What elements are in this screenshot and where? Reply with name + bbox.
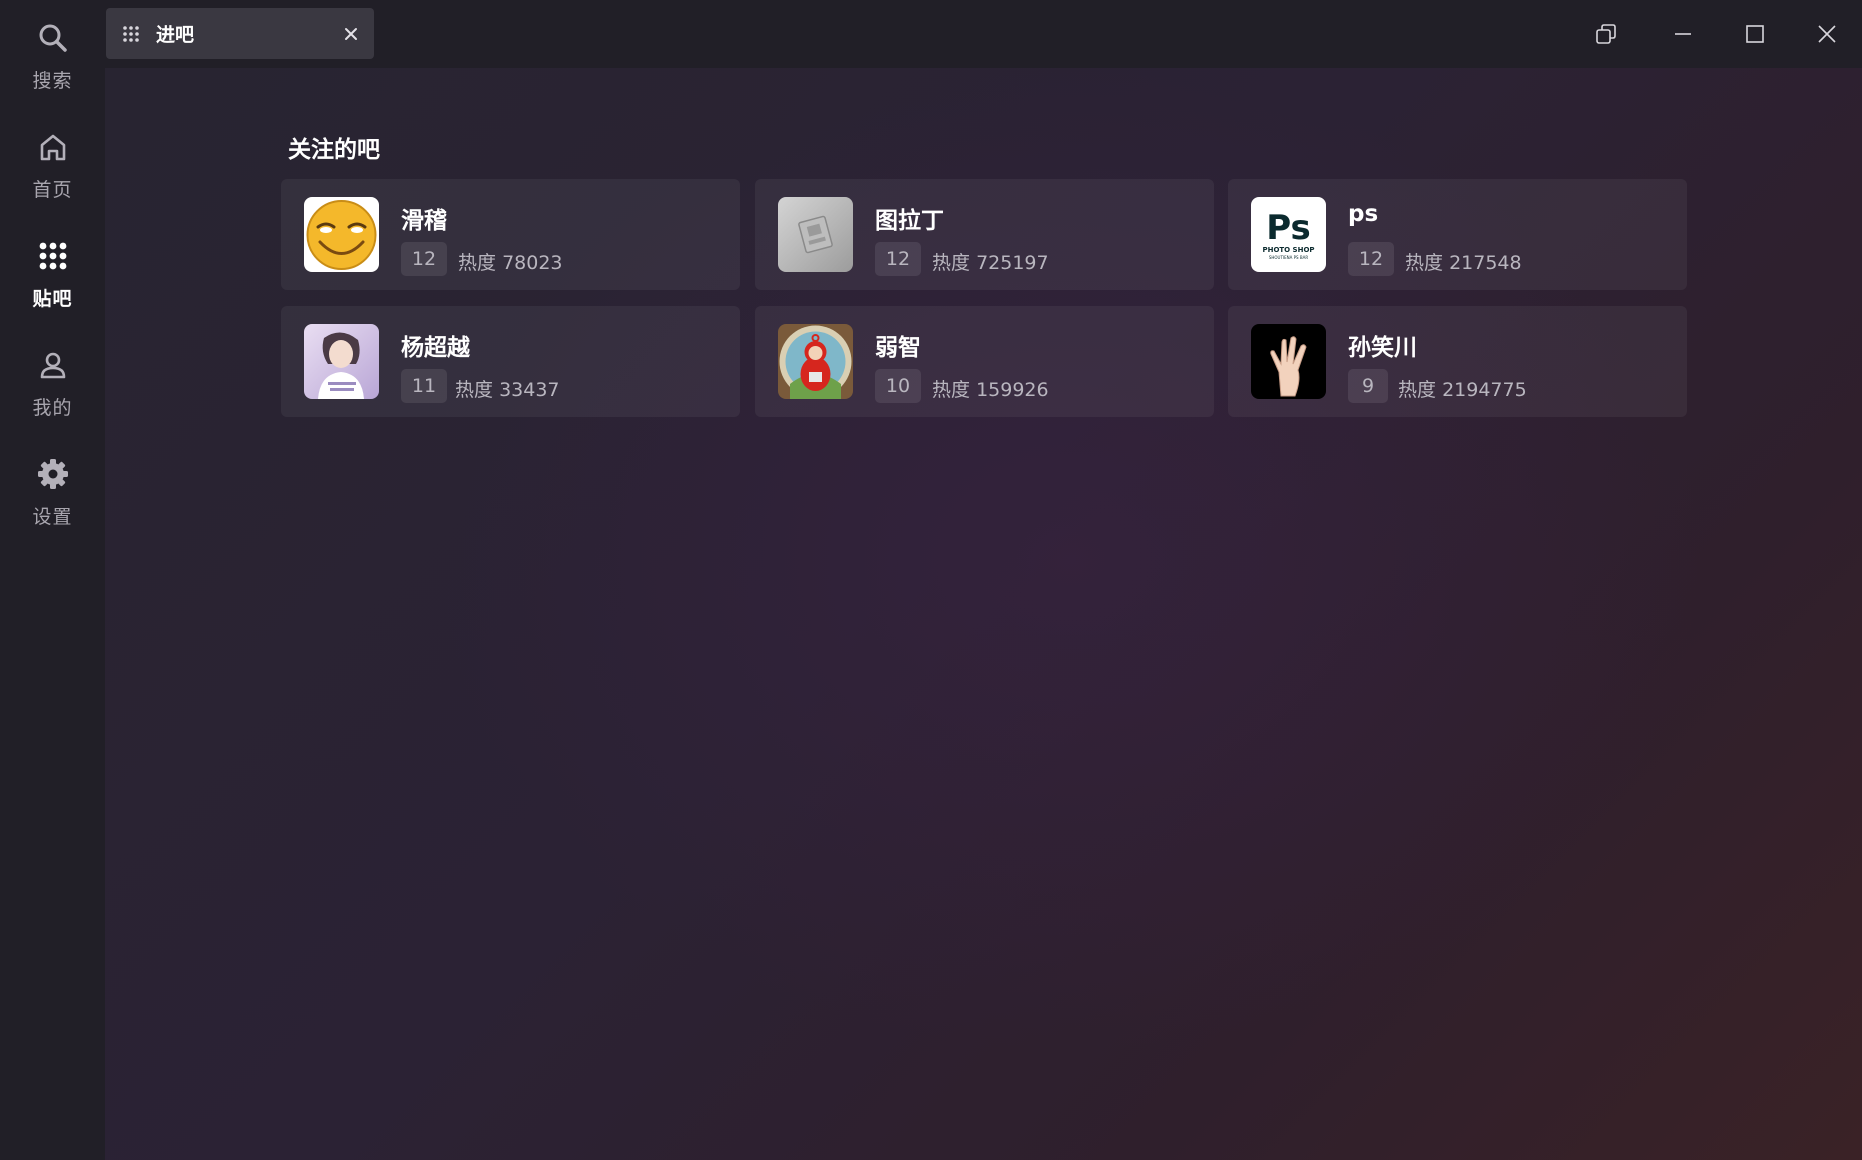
- forum-card[interactable]: 杨超越 11 热度 33437: [281, 306, 740, 417]
- photoshop-logo-avatar: Ps PHOTO SHOP SHOUTIENA PS BAR: [1251, 197, 1326, 272]
- forum-card[interactable]: 孙笑川 9 热度 2194775: [1228, 306, 1687, 417]
- tab-label: 进吧: [156, 24, 195, 46]
- nav-forums[interactable]: 贴吧: [0, 240, 105, 330]
- nav-home[interactable]: 首页: [0, 131, 105, 221]
- heat-label: 热度: [455, 379, 494, 401]
- minimize-button[interactable]: [1665, 16, 1701, 52]
- forum-level-badge: 10: [875, 369, 921, 403]
- teletubby-avatar: [778, 324, 853, 399]
- forum-name: 孙笑川: [1348, 335, 1417, 361]
- nav-profile[interactable]: 我的: [0, 349, 105, 439]
- forum-name: 杨超越: [401, 335, 470, 361]
- forum-heat: 热度 78023: [458, 248, 563, 275]
- forum-level-badge: 12: [1348, 242, 1394, 276]
- heat-label: 热度: [1405, 252, 1444, 274]
- heat-value: 725197: [976, 252, 1049, 274]
- heat-value: 159926: [976, 379, 1049, 401]
- portrait-avatar: [304, 324, 379, 399]
- heat-value: 33437: [499, 379, 560, 401]
- nav-home-label: 首页: [32, 179, 73, 201]
- forum-level-badge: 12: [875, 242, 921, 276]
- heat-label: 热度: [458, 252, 497, 274]
- funny-face-avatar: [304, 197, 379, 272]
- forum-heat: 热度 33437: [455, 375, 560, 402]
- grid-icon: [123, 25, 139, 42]
- close-icon[interactable]: [344, 27, 358, 41]
- heat-value: 2194775: [1442, 379, 1527, 401]
- forum-card[interactable]: Ps PHOTO SHOP SHOUTIENA PS BAR ps 12 热度 …: [1228, 179, 1687, 290]
- home-icon: [40, 134, 65, 161]
- chip-avatar: [778, 197, 853, 272]
- nav-forums-label: 贴吧: [32, 288, 73, 310]
- user-icon: [40, 352, 65, 379]
- forum-level-badge: 12: [401, 242, 447, 276]
- forum-level-badge: 9: [1348, 369, 1388, 403]
- grid-icon: [39, 242, 66, 270]
- section-title: 关注的吧: [288, 137, 380, 163]
- gear-icon: [37, 459, 68, 489]
- forum-card[interactable]: 图拉丁 12 热度 725197: [755, 179, 1214, 290]
- heat-label: 热度: [932, 252, 971, 274]
- forum-name: 图拉丁: [875, 208, 944, 234]
- avatar-ps-text: Ps: [1266, 208, 1311, 248]
- sidebar: 搜索 首页 贴吧 我的 设置: [0, 0, 105, 1160]
- forum-card[interactable]: 滑稽 12 热度 78023: [281, 179, 740, 290]
- close-icon: [1818, 25, 1836, 43]
- forum-level-badge: 11: [401, 369, 447, 403]
- restore-icon: [1596, 24, 1616, 44]
- hand-gesture-avatar: [1251, 324, 1326, 399]
- forum-heat: 热度 725197: [932, 248, 1049, 275]
- avatar-bar-text: SHOUTIENA PS BAR: [1269, 255, 1308, 260]
- nav-settings[interactable]: 设置: [0, 458, 105, 548]
- search-icon: [39, 24, 67, 52]
- forum-heat: 热度 217548: [1405, 248, 1522, 275]
- forum-card[interactable]: 弱智 10 热度 159926: [755, 306, 1214, 417]
- forum-heat: 热度 2194775: [1398, 375, 1527, 402]
- heat-label: 热度: [932, 379, 971, 401]
- maximize-button[interactable]: [1737, 16, 1773, 52]
- heat-label: 热度: [1398, 379, 1437, 401]
- forum-heat: 热度 159926: [932, 375, 1049, 402]
- maximize-icon: [1746, 25, 1764, 43]
- nav-search[interactable]: 搜索: [0, 22, 105, 112]
- forum-name: 滑稽: [401, 208, 447, 234]
- forum-name: 弱智: [875, 335, 921, 361]
- minimize-icon: [1675, 33, 1691, 35]
- forum-name: ps: [1348, 201, 1379, 227]
- nav-profile-label: 我的: [32, 397, 73, 419]
- window-close-button[interactable]: [1809, 16, 1845, 52]
- tab-forums[interactable]: 进吧: [106, 8, 374, 59]
- heat-value: 78023: [502, 252, 563, 274]
- avatar-photoshop-text: PHOTO SHOP: [1262, 246, 1314, 254]
- restore-button[interactable]: [1588, 16, 1624, 52]
- nav-search-label: 搜索: [32, 70, 73, 92]
- heat-value: 217548: [1449, 252, 1522, 274]
- nav-settings-label: 设置: [32, 506, 73, 528]
